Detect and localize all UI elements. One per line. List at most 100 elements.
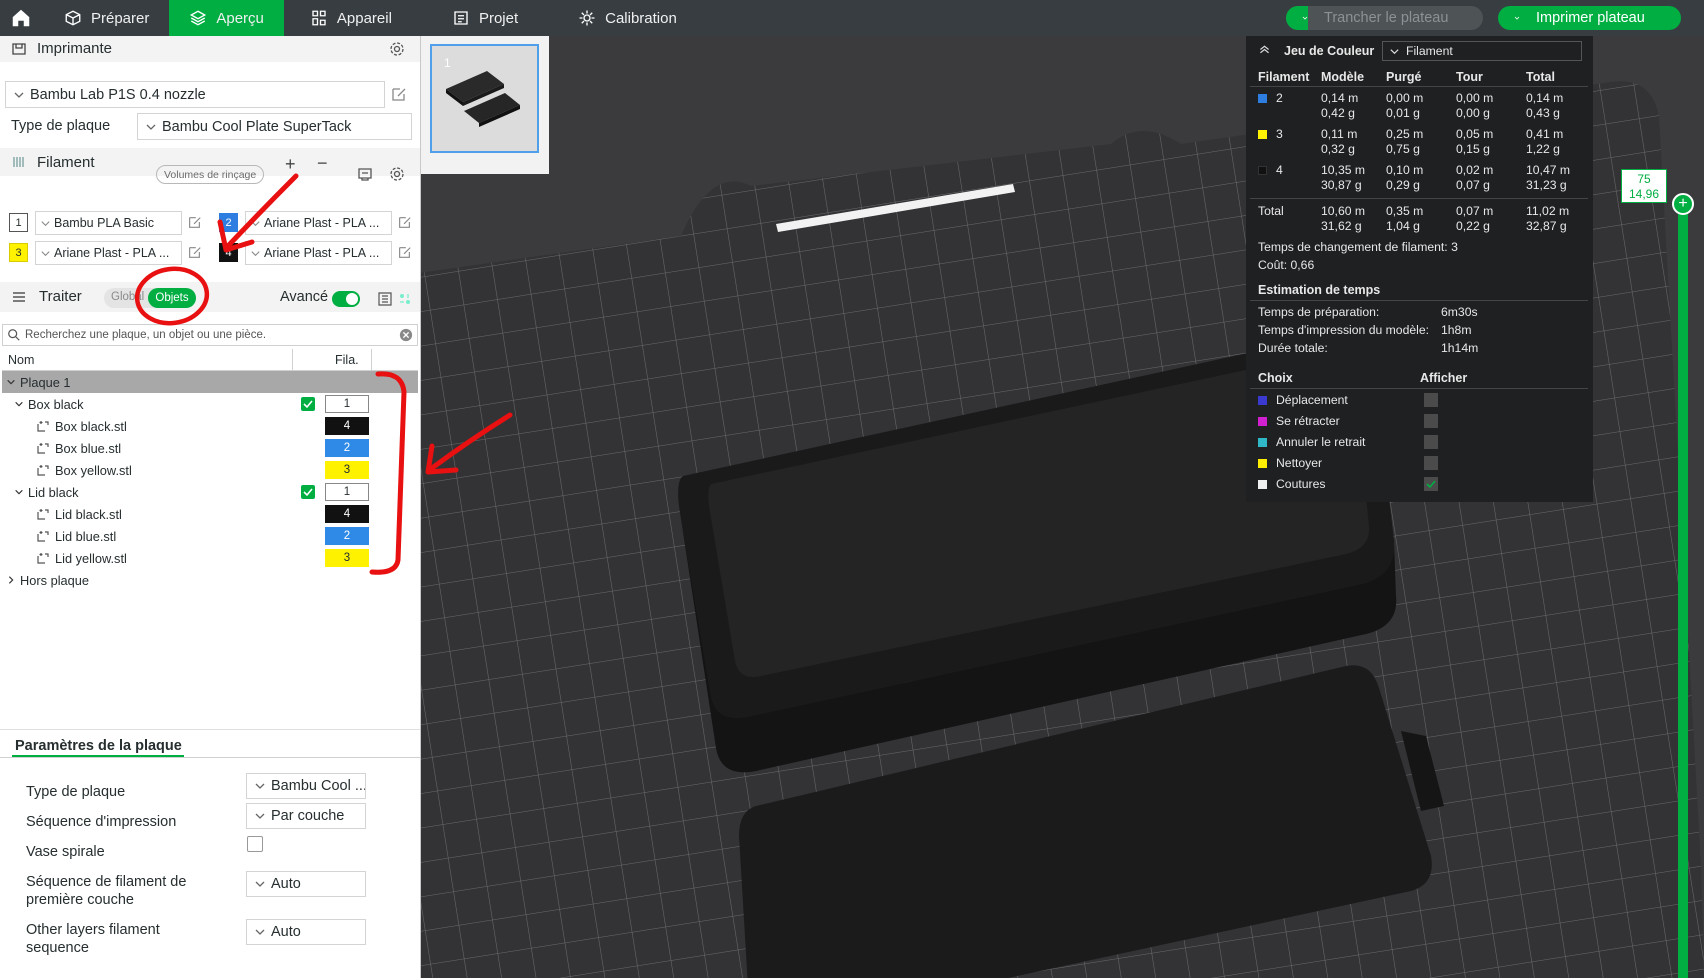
option-seams-checkbox[interactable] [1424,477,1438,491]
filament-slot-select[interactable]: Bambu PLA Basic [35,211,182,235]
layer-slider-handle[interactable]: + [1672,193,1694,215]
model-time-label: Temps d'impression du modèle: [1258,323,1429,337]
tree-row-part[interactable]: Box blue.stl 2 [2,437,418,459]
tab-project[interactable]: Projet [412,0,538,36]
legend-purged-total: 0,35 m 1,04 g [1386,204,1424,233]
filament-slot-select[interactable]: Ariane Plast - PLA ... [245,241,392,265]
edit-icon[interactable] [397,245,412,260]
filament-swatch [1258,94,1267,103]
param-other-layers-select[interactable]: Auto [246,919,366,945]
tree-row-part[interactable]: Lid blue.stl 2 [2,525,418,547]
tab-global[interactable]: Global [111,291,144,303]
plate-type-select[interactable]: Bambu Cool Plate SuperTack [137,113,412,140]
option-unretract-checkbox[interactable] [1424,435,1438,449]
filament-swatch [1258,130,1267,139]
filament-cell[interactable]: 4 [325,505,369,523]
tree-row-part[interactable]: Lid yellow.stl 3 [2,547,418,569]
param-print-sequence-select[interactable]: Par couche [246,803,366,829]
tree-row-object[interactable]: Box black 1 [2,393,418,415]
edit-icon[interactable] [390,86,407,103]
printer-select[interactable]: Bambu Lab P1S 0.4 nozzle [5,81,385,108]
clear-icon[interactable] [399,328,413,342]
tree-row-part[interactable]: Box yellow.stl 3 [2,459,418,481]
legend-model-value: 0,14 m 0,42 g [1321,91,1359,120]
option-retract-checkbox[interactable] [1424,414,1438,428]
param-other-layers-value: Auto [271,924,301,940]
filament-cell[interactable]: 4 [325,417,369,435]
filament-change-count: Temps de changement de filament: 3 [1258,240,1458,254]
edit-icon[interactable] [187,245,202,260]
param-print-sequence-label: Séquence d'impression [26,814,177,830]
part-icon [37,531,49,542]
advanced-toggle[interactable] [332,291,360,307]
object-name: Box black [28,396,84,412]
legend-header-filament: Filament [1258,70,1310,84]
edit-icon[interactable] [397,215,412,230]
prep-time-value: 6m30s [1441,305,1478,319]
flush-volumes-button[interactable]: Volumes de rinçage [156,165,265,184]
plate-thumbnail[interactable]: 1 [430,44,539,153]
visibility-checkbox[interactable] [301,397,315,411]
legend-purged-value: 0,00 m 0,01 g [1386,91,1424,120]
option-travel-label: Déplacement [1276,393,1348,407]
chevron-down-icon[interactable] [6,377,16,387]
color-scheme-select[interactable]: Filament [1382,41,1582,61]
tree-row-object[interactable]: Lid black 1 [2,481,418,503]
collapse-icon[interactable] [1258,43,1271,56]
gear-icon[interactable] [389,41,405,57]
filament-slot-select[interactable]: Ariane Plast - PLA ... [245,211,392,235]
filament-slot-select[interactable]: Ariane Plast - PLA ... [35,241,182,265]
slice-plate-button[interactable]: Trancher le plateau [1286,6,1483,30]
edit-icon[interactable] [187,215,202,230]
layer-height: 14,96 [1628,187,1660,201]
tab-preview[interactable]: Aperçu [169,0,284,36]
project-icon [452,9,470,27]
vase-mode-checkbox[interactable] [247,836,263,852]
home-button[interactable] [0,0,44,36]
filament-cell[interactable]: 3 [325,461,369,479]
compare-icon[interactable] [397,291,413,307]
tab-project-label: Projet [478,9,519,27]
part-icon [37,553,49,564]
tree-row-part[interactable]: Box black.stl 4 [2,415,418,437]
tree-row-plate[interactable]: Plaque 1 [2,371,418,393]
tab-device[interactable]: Appareil [284,0,412,36]
chevron-down-icon[interactable] [14,399,24,409]
filament-cell[interactable]: 2 [325,439,369,457]
legend-grand-total: 11,02 m 32,87 g [1526,204,1570,233]
chevron-right-icon[interactable] [6,575,16,585]
gear-icon[interactable] [389,166,405,182]
remove-filament-icon[interactable]: − [317,153,328,174]
tree-row-part[interactable]: Lid black.stl 4 [2,503,418,525]
left-sidebar: Imprimante Bambu Lab P1S 0.4 nozzle Type… [0,36,421,978]
filament-slot-name: Ariane Plast - PLA ... [264,216,380,230]
filament-slot-number: 3 [9,243,28,262]
visibility-checkbox[interactable] [301,485,315,499]
legend-total-value: 10,47 m 31,23 g [1526,163,1571,192]
layer-slider-track[interactable] [1678,198,1688,978]
filament-cell[interactable]: 2 [325,527,369,545]
tab-calibration[interactable]: Calibration [538,0,697,36]
object-search-field[interactable]: Recherchez une plaque, un objet ou une p… [2,324,418,346]
tab-objects[interactable]: Objets [148,288,196,308]
tab-prepare[interactable]: Préparer [44,0,169,36]
filament-cell[interactable]: 1 [325,395,369,413]
sync-filament-icon[interactable] [357,166,373,182]
legend-total-value: 0,14 m 0,43 g [1526,91,1564,120]
filament-cell[interactable]: 3 [325,549,369,567]
chevron-down-icon[interactable] [1498,6,1520,30]
filament-cell[interactable]: 1 [325,483,369,501]
list-icon[interactable] [377,291,393,307]
chevron-down-icon[interactable] [1286,6,1308,30]
calibration-icon [578,9,596,27]
option-wipe-checkbox[interactable] [1424,456,1438,470]
add-filament-icon[interactable]: + [285,154,296,175]
param-first-layer-select[interactable]: Auto [246,871,366,897]
print-plate-button[interactable]: Imprimer plateau [1498,6,1681,30]
option-travel-checkbox[interactable] [1424,393,1438,407]
param-plate-type-select[interactable]: Bambu Cool ... [246,773,366,799]
plate-type-label: Type de plaque [11,118,111,134]
param-first-layer-label: Séquence de filament de première couche [26,874,187,908]
chevron-down-icon[interactable] [14,487,24,497]
tree-row-off-plate[interactable]: Hors plaque [2,569,418,591]
